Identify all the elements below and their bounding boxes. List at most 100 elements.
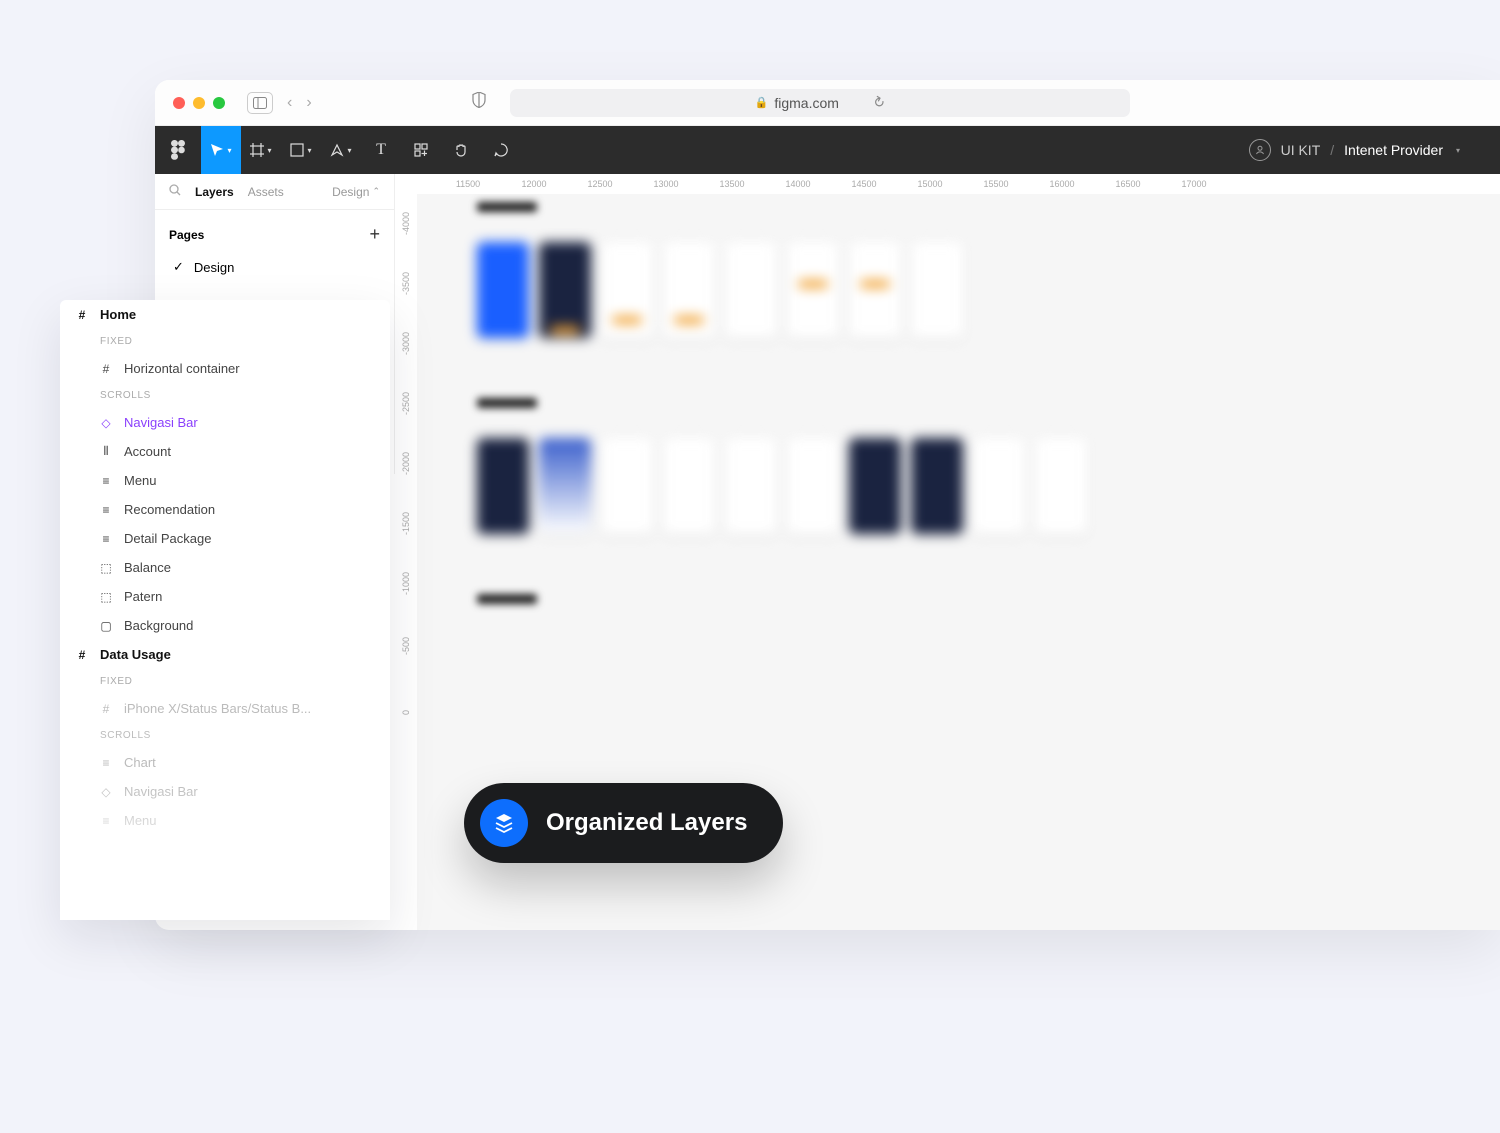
nav-arrows: ‹ › <box>287 94 312 112</box>
layer-row[interactable]: # Home <box>60 300 390 329</box>
privacy-shield-icon[interactable] <box>472 92 486 113</box>
pages-header: Pages + <box>155 210 394 253</box>
page-row[interactable]: ✓ Design <box>155 253 394 281</box>
layer-type-icon: ⬚ <box>98 590 114 604</box>
text-tool-icon[interactable]: T <box>361 126 401 174</box>
layer-label: iPhone X/Status Bars/Status B... <box>124 701 311 716</box>
team-name: UI KIT <box>1281 142 1321 158</box>
layer-label: Navigasi Bar <box>124 415 198 430</box>
layer-label: Recomendation <box>124 502 215 517</box>
layer-label: Navigasi Bar <box>124 784 198 799</box>
layer-type-icon: # <box>74 308 90 322</box>
ruler-tick: 12000 <box>501 179 567 189</box>
layer-label: SCROLLS <box>100 390 151 401</box>
ruler-tick: 17000 <box>1161 179 1227 189</box>
layer-label: Menu <box>124 473 157 488</box>
layer-type-icon: # <box>98 702 114 716</box>
layer-type-icon: ≡ <box>98 503 114 517</box>
layer-row[interactable]: ◇ Navigasi Bar <box>60 777 390 806</box>
pen-tool-icon[interactable]: ▾ <box>321 126 361 174</box>
feature-badge: Organized Layers <box>464 783 783 863</box>
layer-row[interactable]: ⬚ Balance <box>60 553 390 582</box>
layer-label: Menu <box>124 813 157 828</box>
layer-type-icon: ≡ <box>98 814 114 828</box>
search-icon[interactable] <box>169 184 181 199</box>
ruler-tick: 16000 <box>1029 179 1095 189</box>
layer-row[interactable]: ≡ Recomendation <box>60 495 390 524</box>
layer-label: SCROLLS <box>100 730 151 741</box>
move-tool-icon[interactable]: ▾ <box>201 126 241 174</box>
ruler-tick: 12500 <box>567 179 633 189</box>
ruler-tick: 15000 <box>897 179 963 189</box>
layer-row[interactable]: ⦀Account <box>60 437 390 466</box>
layer-row[interactable]: ≡Detail Package <box>60 524 390 553</box>
ruler-tick: 15500 <box>963 179 1029 189</box>
close-icon[interactable] <box>173 97 185 109</box>
maximize-icon[interactable] <box>213 97 225 109</box>
panel-tabs: Layers Assets Design ⌃ <box>155 174 394 210</box>
hand-tool-icon[interactable] <box>441 126 481 174</box>
layer-label: FIXED <box>100 336 132 347</box>
layer-type-icon: # <box>98 362 114 376</box>
layer-type-icon: ◇ <box>98 785 114 799</box>
ruler-tick: 13500 <box>699 179 765 189</box>
resources-tool-icon[interactable] <box>401 126 441 174</box>
figma-toolbar: ▾ ▾ ▾ ▾ T UI KIT <box>155 126 1500 174</box>
shape-tool-icon[interactable]: ▾ <box>281 126 321 174</box>
layer-label: Patern <box>124 589 162 604</box>
chevron-down-icon: ▾ <box>227 146 231 155</box>
layer-section-label: FIXED <box>60 329 390 354</box>
layer-type-icon: ≡ <box>98 756 114 770</box>
layer-row[interactable]: ≡ Menu <box>60 466 390 495</box>
chevron-down-icon: ▾ <box>307 146 311 155</box>
layer-type-icon: ⦀ <box>98 444 114 459</box>
ruler-tick: 14500 <box>831 179 897 189</box>
layer-row[interactable]: # iPhone X/Status Bars/Status B... <box>60 694 390 723</box>
layer-row[interactable]: ▢Background <box>60 611 390 640</box>
layer-row[interactable]: ⬚ Patern <box>60 582 390 611</box>
layer-type-icon: # <box>74 648 90 662</box>
layer-row[interactable]: #Horizontal container <box>60 354 390 383</box>
chevron-down-icon: ▾ <box>347 146 351 155</box>
layer-label: Chart <box>124 755 156 770</box>
layer-label: Balance <box>124 560 171 575</box>
back-icon[interactable]: ‹ <box>287 94 292 112</box>
ruler-tick: 16500 <box>1095 179 1161 189</box>
layer-type-icon: ≡ <box>98 474 114 488</box>
tab-layers[interactable]: Layers <box>195 185 234 199</box>
layer-type-icon: ⬚ <box>98 561 114 575</box>
layer-label: FIXED <box>100 676 132 687</box>
layer-row[interactable]: ◇Navigasi Bar <box>60 408 390 437</box>
figma-logo-icon[interactable] <box>155 126 201 174</box>
pages-label: Pages <box>169 228 204 242</box>
check-icon: ✓ <box>173 259 184 275</box>
ruler-tick: 11500 <box>435 179 501 189</box>
chevron-down-icon: ▾ <box>1456 146 1460 155</box>
url-text: figma.com <box>774 95 839 111</box>
layer-section-label: SCROLLS <box>60 723 390 748</box>
lock-icon: 🔒 <box>755 96 769 109</box>
layer-label: Detail Package <box>124 531 211 546</box>
ruler-tick: 13000 <box>633 179 699 189</box>
comment-tool-icon[interactable] <box>481 126 521 174</box>
layer-row[interactable]: ≡ Menu <box>60 806 390 835</box>
forward-icon[interactable]: › <box>306 94 311 112</box>
layer-label: Home <box>100 307 136 322</box>
minimize-icon[interactable] <box>193 97 205 109</box>
reload-icon[interactable]: ↻ <box>869 92 888 113</box>
layer-section-label: FIXED <box>60 669 390 694</box>
frame-tool-icon[interactable]: ▾ <box>241 126 281 174</box>
chevron-up-icon: ⌃ <box>372 186 380 197</box>
avatar-icon <box>1249 139 1271 161</box>
project-breadcrumb[interactable]: UI KIT / Intenet Provider ▾ <box>1249 139 1500 161</box>
address-bar[interactable]: 🔒 figma.com ↻ <box>510 89 1130 117</box>
tab-design[interactable]: Design ⌃ <box>332 185 380 199</box>
sidebar-toggle-icon[interactable] <box>247 92 273 114</box>
page-name: Design <box>194 260 234 275</box>
layers-panel: # Home FIXED #Horizontal container SCROLLS ◇ N… <box>60 300 390 920</box>
layer-row[interactable]: #Data Usage <box>60 640 390 669</box>
tab-assets[interactable]: Assets <box>248 185 284 199</box>
safari-titlebar: ‹ › 🔒 figma.com ↻ <box>155 80 1500 126</box>
layers-icon <box>480 799 528 847</box>
layer-row[interactable]: ≡ Chart <box>60 748 390 777</box>
